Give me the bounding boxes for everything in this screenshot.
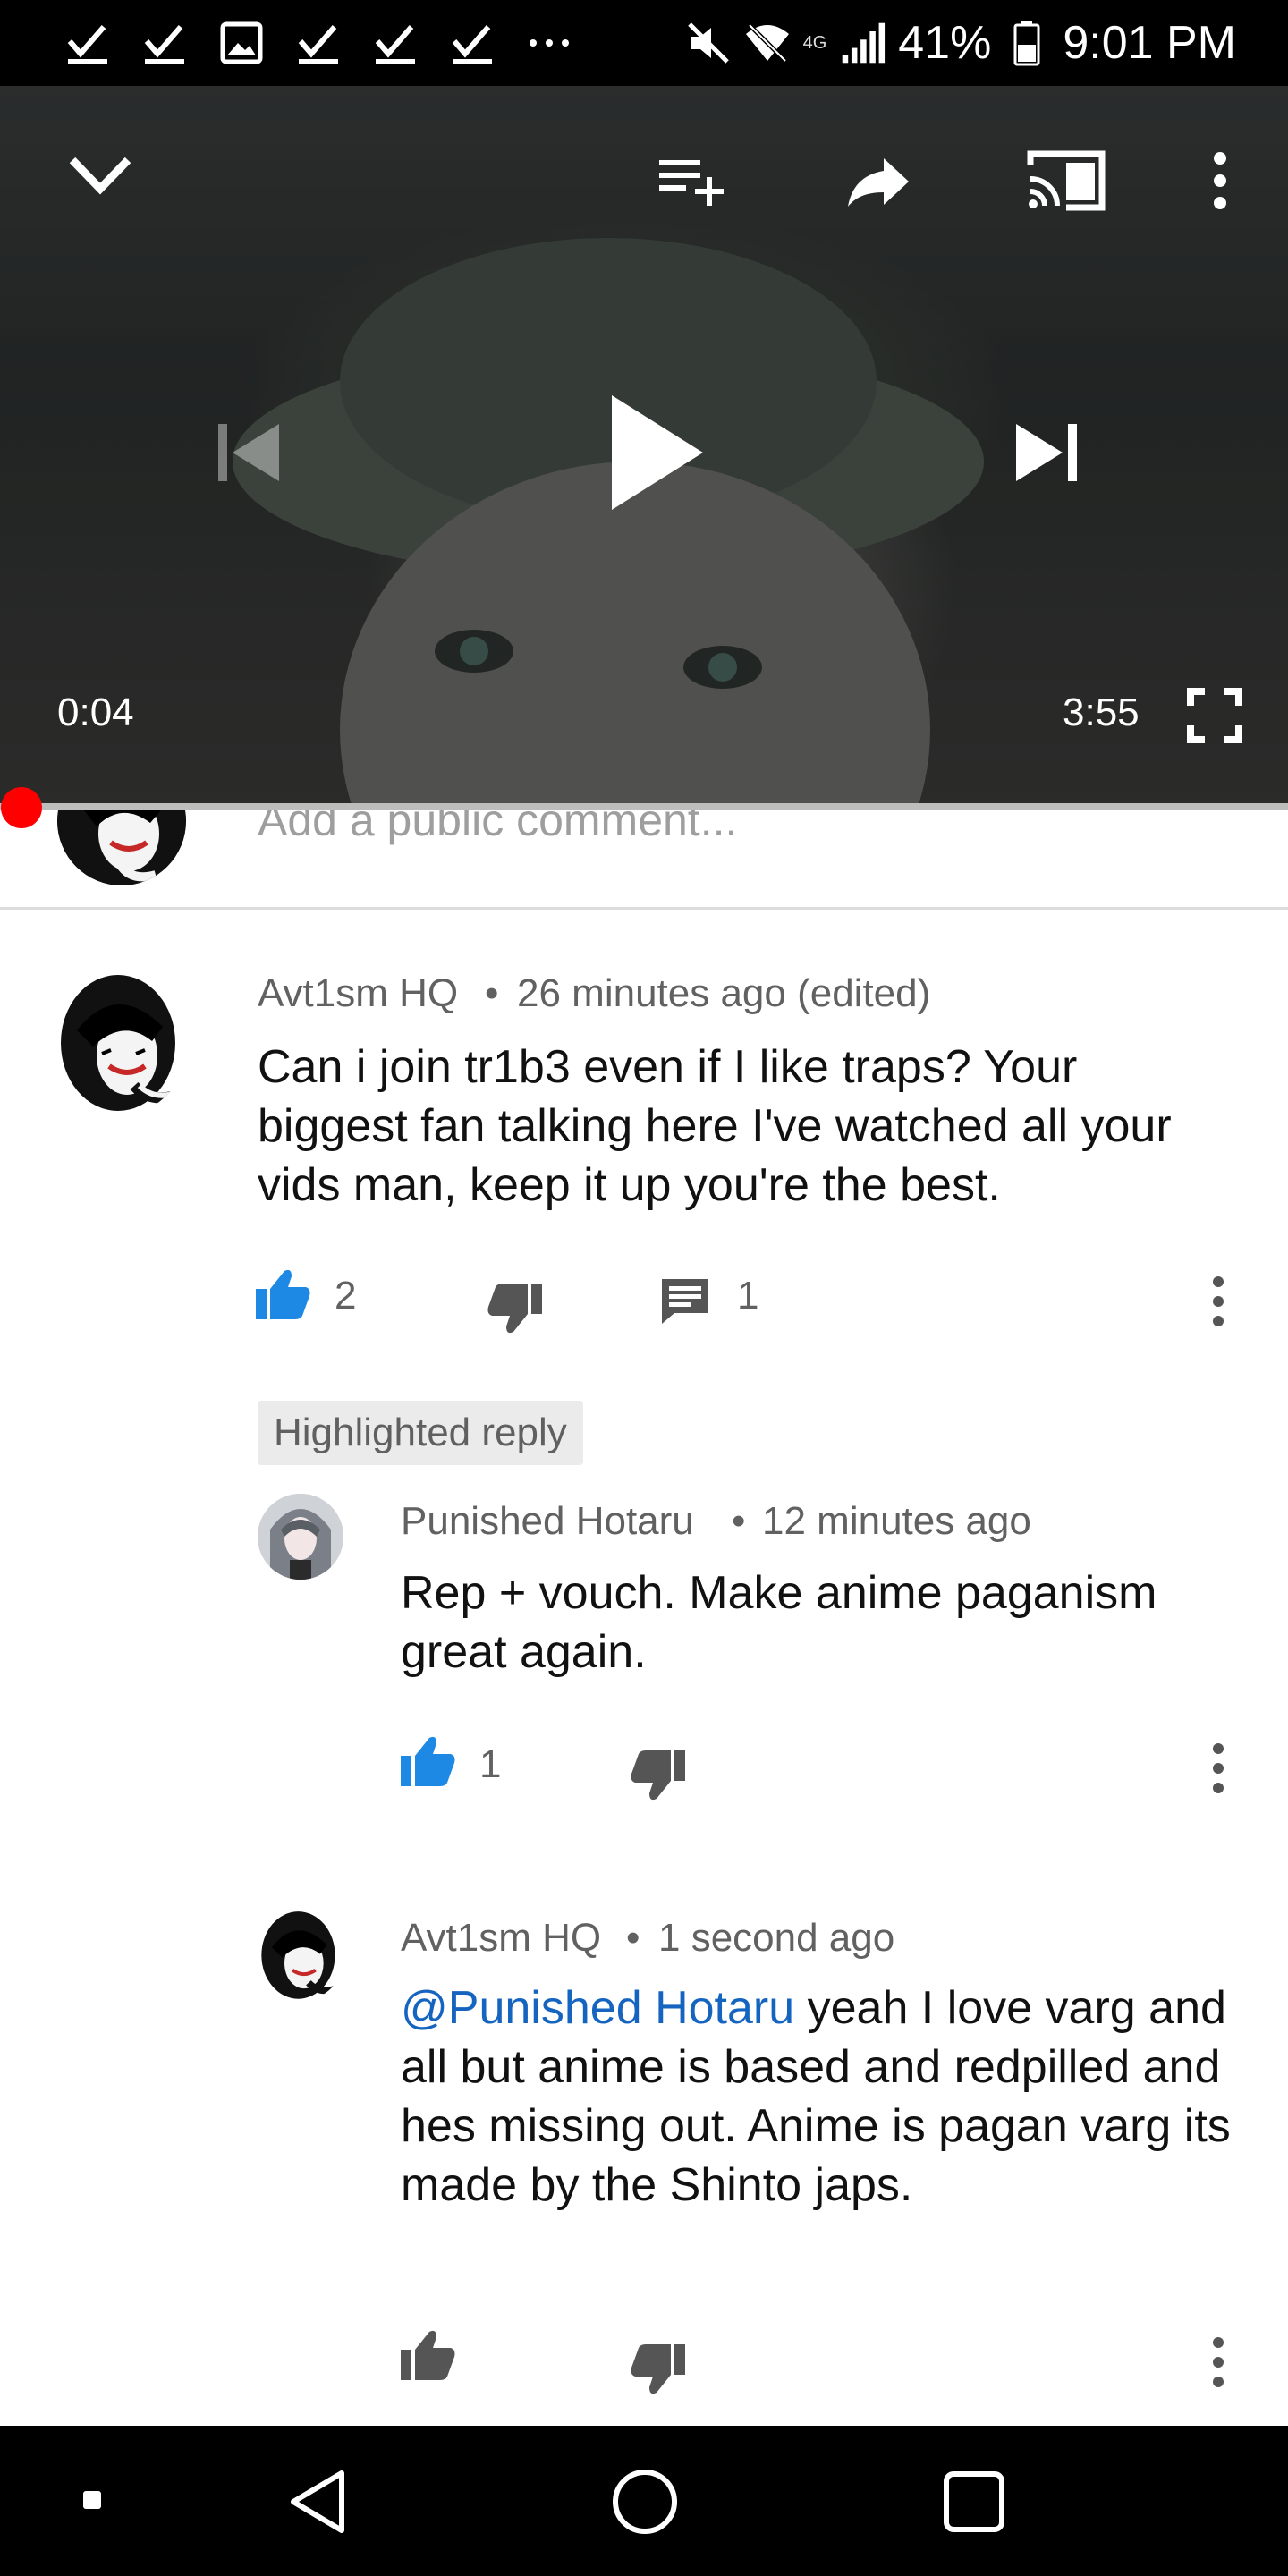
dislike-icon[interactable] bbox=[487, 1277, 549, 1340]
collapse-icon[interactable] bbox=[63, 148, 138, 202]
mute-icon bbox=[685, 20, 732, 66]
reply-menu-icon[interactable] bbox=[1211, 2333, 1236, 2392]
meta-separator: • bbox=[626, 1916, 640, 1960]
overview-icon[interactable] bbox=[934, 2462, 1014, 2542]
reply-author[interactable]: Punished Hotaru bbox=[401, 1499, 694, 1544]
dislike-icon[interactable] bbox=[630, 2338, 692, 2401]
video-player[interactable]: 0:04 3:55 bbox=[0, 86, 1288, 809]
avatar bbox=[57, 810, 186, 886]
reply-text: @Punished Hotaru yeah I love varg and al… bbox=[401, 1979, 1241, 2215]
fullscreen-icon[interactable] bbox=[1182, 683, 1247, 748]
reply-author[interactable]: Avt1sm HQ bbox=[401, 1916, 601, 1961]
add-to-queue-icon[interactable] bbox=[653, 148, 730, 211]
check-icon bbox=[372, 20, 419, 66]
elapsed-time: 0:04 bbox=[57, 691, 134, 734]
reply-count: 1 bbox=[737, 1274, 759, 1318]
comment-input[interactable]: Add a public comment... bbox=[258, 810, 737, 846]
system-status: 4G 41% 9:01 PM bbox=[685, 0, 1236, 86]
check-icon bbox=[295, 20, 342, 66]
home-icon[interactable] bbox=[605, 2462, 685, 2542]
comment-text: Can i join tr1b3 even if I like traps? Y… bbox=[258, 1041, 1172, 1211]
reply-timestamp: 1 second ago bbox=[658, 1916, 895, 1960]
notification-icons bbox=[64, 0, 572, 86]
reply-menu-icon[interactable] bbox=[1211, 1739, 1236, 1798]
mention-link[interactable]: @Punished Hotaru bbox=[401, 1982, 794, 2034]
duration-time: 3:55 bbox=[1063, 691, 1140, 734]
battery-icon bbox=[1004, 20, 1050, 66]
wifi-icon bbox=[744, 20, 791, 66]
cast-icon[interactable] bbox=[1023, 145, 1109, 216]
recent-dot-icon bbox=[77, 2485, 107, 2515]
comment-timestamp: 26 minutes ago (edited) bbox=[517, 971, 931, 1015]
progress-track[interactable] bbox=[0, 803, 1288, 810]
comment-author[interactable]: Avt1sm HQ bbox=[258, 971, 458, 1016]
highlighted-reply-badge: Highlighted reply bbox=[258, 1401, 583, 1465]
meta-separator: • bbox=[732, 1499, 746, 1543]
reply-text: Rep + vouch. Make anime paganism great a… bbox=[401, 1567, 1157, 1678]
avatar[interactable] bbox=[258, 1494, 343, 1580]
like-icon[interactable] bbox=[399, 2324, 462, 2386]
check-icon bbox=[449, 20, 496, 66]
check-icon bbox=[64, 20, 111, 66]
reply-timestamp: 12 minutes ago bbox=[762, 1499, 1031, 1543]
network-type-label: 4G bbox=[802, 32, 827, 53]
next-icon[interactable] bbox=[1002, 408, 1091, 497]
meta-separator: • bbox=[485, 971, 499, 1015]
battery-percentage: 41% bbox=[898, 17, 992, 69]
image-icon bbox=[218, 20, 265, 66]
like-icon[interactable] bbox=[254, 1263, 317, 1326]
reply-icon[interactable] bbox=[658, 1272, 716, 1329]
clock: 9:01 PM bbox=[1063, 17, 1236, 69]
like-count: 2 bbox=[335, 1274, 357, 1318]
avatar[interactable] bbox=[57, 968, 186, 1113]
comment-input-row[interactable]: Add a public comment... bbox=[0, 810, 1288, 909]
more-horiz-icon bbox=[526, 20, 572, 66]
comment-menu-icon[interactable] bbox=[1211, 1272, 1236, 1331]
play-icon[interactable] bbox=[590, 381, 716, 524]
navigation-bar bbox=[0, 2426, 1288, 2576]
avatar[interactable] bbox=[258, 1907, 343, 2000]
more-vert-icon[interactable] bbox=[1195, 143, 1245, 218]
divider bbox=[0, 907, 1288, 910]
previous-icon[interactable] bbox=[204, 408, 293, 497]
signal-icon bbox=[839, 20, 886, 66]
back-icon[interactable] bbox=[277, 2462, 358, 2542]
status-bar: 4G 41% 9:01 PM bbox=[0, 0, 1288, 86]
share-icon[interactable] bbox=[843, 150, 914, 213]
like-count: 1 bbox=[479, 1742, 502, 1786]
check-icon bbox=[141, 20, 188, 66]
dislike-icon[interactable] bbox=[630, 1744, 692, 1807]
like-icon[interactable] bbox=[399, 1730, 462, 1792]
